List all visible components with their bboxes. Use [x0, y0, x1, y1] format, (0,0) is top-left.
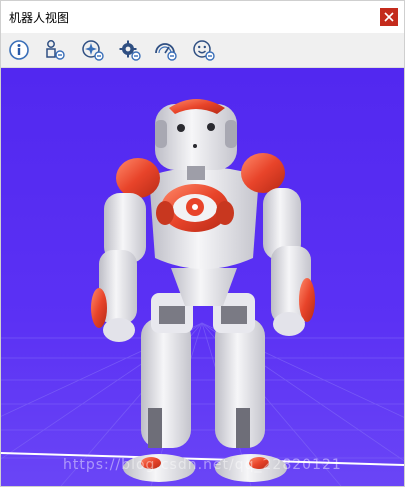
close-button[interactable]	[380, 8, 398, 26]
info-icon	[9, 40, 29, 60]
watermark: https://blog.csdn.net/qq_22820121	[63, 457, 342, 473]
robot-3d-viewport[interactable]	[1, 68, 404, 486]
joints-icon	[46, 40, 65, 60]
gear-icon	[119, 40, 141, 61]
dashboard-button[interactable]	[154, 39, 178, 61]
toolbar	[1, 33, 404, 68]
face-button[interactable]	[192, 39, 216, 61]
title-bar: 机器人视图	[1, 1, 404, 33]
gear-button[interactable]	[118, 39, 142, 61]
window-title: 机器人视图	[9, 10, 70, 25]
sparkle-icon	[82, 40, 104, 61]
gauge-icon	[155, 43, 177, 61]
info-button[interactable]	[7, 39, 31, 61]
robot-view-window: 机器人视图 https://blog.csdn.net/qq_22820121	[0, 0, 405, 487]
sparkle-button[interactable]	[81, 39, 105, 61]
face-icon	[193, 40, 215, 61]
close-icon	[384, 12, 394, 22]
joints-button[interactable]	[43, 39, 67, 61]
robot-scene	[1, 68, 404, 486]
